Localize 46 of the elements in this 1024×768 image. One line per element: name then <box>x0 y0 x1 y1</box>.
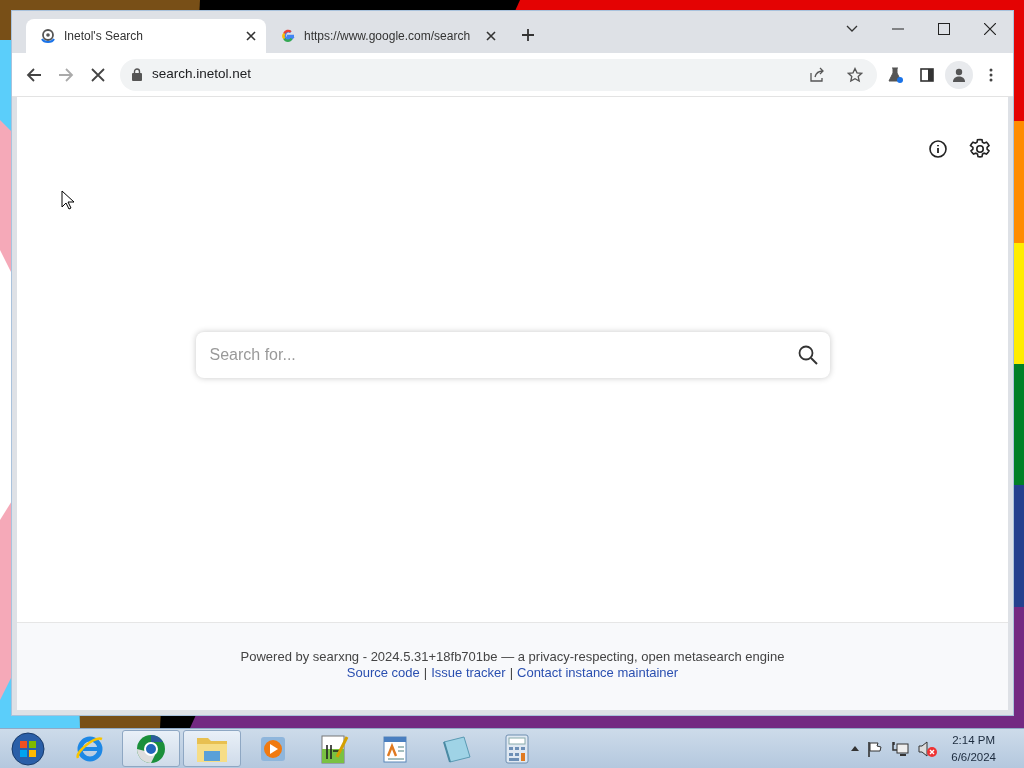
browser-icon <box>135 732 167 765</box>
stop-icon <box>91 67 105 82</box>
issue-tracker-link[interactable]: Issue tracker <box>431 665 506 681</box>
forward-arrow-icon <box>58 66 74 83</box>
person-icon <box>951 66 967 83</box>
taskbar-button[interactable] <box>122 730 180 767</box>
google-logo-icon <box>280 28 296 44</box>
lock-icon <box>132 68 142 81</box>
site-logo-icon <box>40 28 56 44</box>
settings-icon <box>969 138 991 160</box>
close-icon <box>984 23 996 35</box>
search-icon <box>797 344 818 365</box>
clock[interactable]: 2:14 PM 6/6/2024 <box>951 731 996 766</box>
side-panel-icon <box>920 67 934 82</box>
flask-icon <box>887 66 903 83</box>
mouse-cursor-icon <box>61 190 75 210</box>
show-hidden-icons-icon[interactable] <box>851 746 860 751</box>
separator-text: | <box>509 665 513 681</box>
profile-button[interactable] <box>945 60 973 89</box>
close-tab-icon[interactable] <box>486 31 496 41</box>
browser-tab[interactable]: https://www.google.com/search <box>266 19 506 53</box>
muted-speaker-icon[interactable] <box>917 739 938 758</box>
url-text: search.inetol.net <box>152 65 252 84</box>
windows-logo-icon <box>11 731 45 766</box>
contact-link[interactable]: Contact instance maintainer <box>517 665 679 681</box>
flag-icon[interactable] <box>867 740 884 757</box>
star-icon <box>847 66 863 83</box>
document-icon <box>380 733 410 764</box>
network-icon[interactable] <box>891 740 910 757</box>
info-icon <box>928 139 948 159</box>
menu-icon <box>989 67 993 82</box>
powered-by-text: Powered by searxng - 2024.5.31+18fb701be — a privacy-respecting, open metasearch engine <box>240 649 785 665</box>
share-icon <box>809 66 825 83</box>
plus-icon <box>521 28 535 42</box>
back-arrow-icon <box>26 66 42 83</box>
separator-text: | <box>423 665 428 681</box>
address-bar[interactable]: search.inetol.net <box>120 58 877 91</box>
minimize-icon <box>892 28 904 30</box>
browser-tab[interactable]: Inetol's Search <box>26 19 266 53</box>
calculator-icon <box>503 732 531 765</box>
maximize-icon <box>938 23 950 35</box>
text-editor-icon <box>319 732 349 765</box>
search-input[interactable]: Search for... <box>207 341 798 368</box>
source-code-link[interactable]: Source code <box>346 665 420 681</box>
close-tab-icon[interactable] <box>246 31 256 41</box>
chevron-down-icon <box>846 25 858 33</box>
